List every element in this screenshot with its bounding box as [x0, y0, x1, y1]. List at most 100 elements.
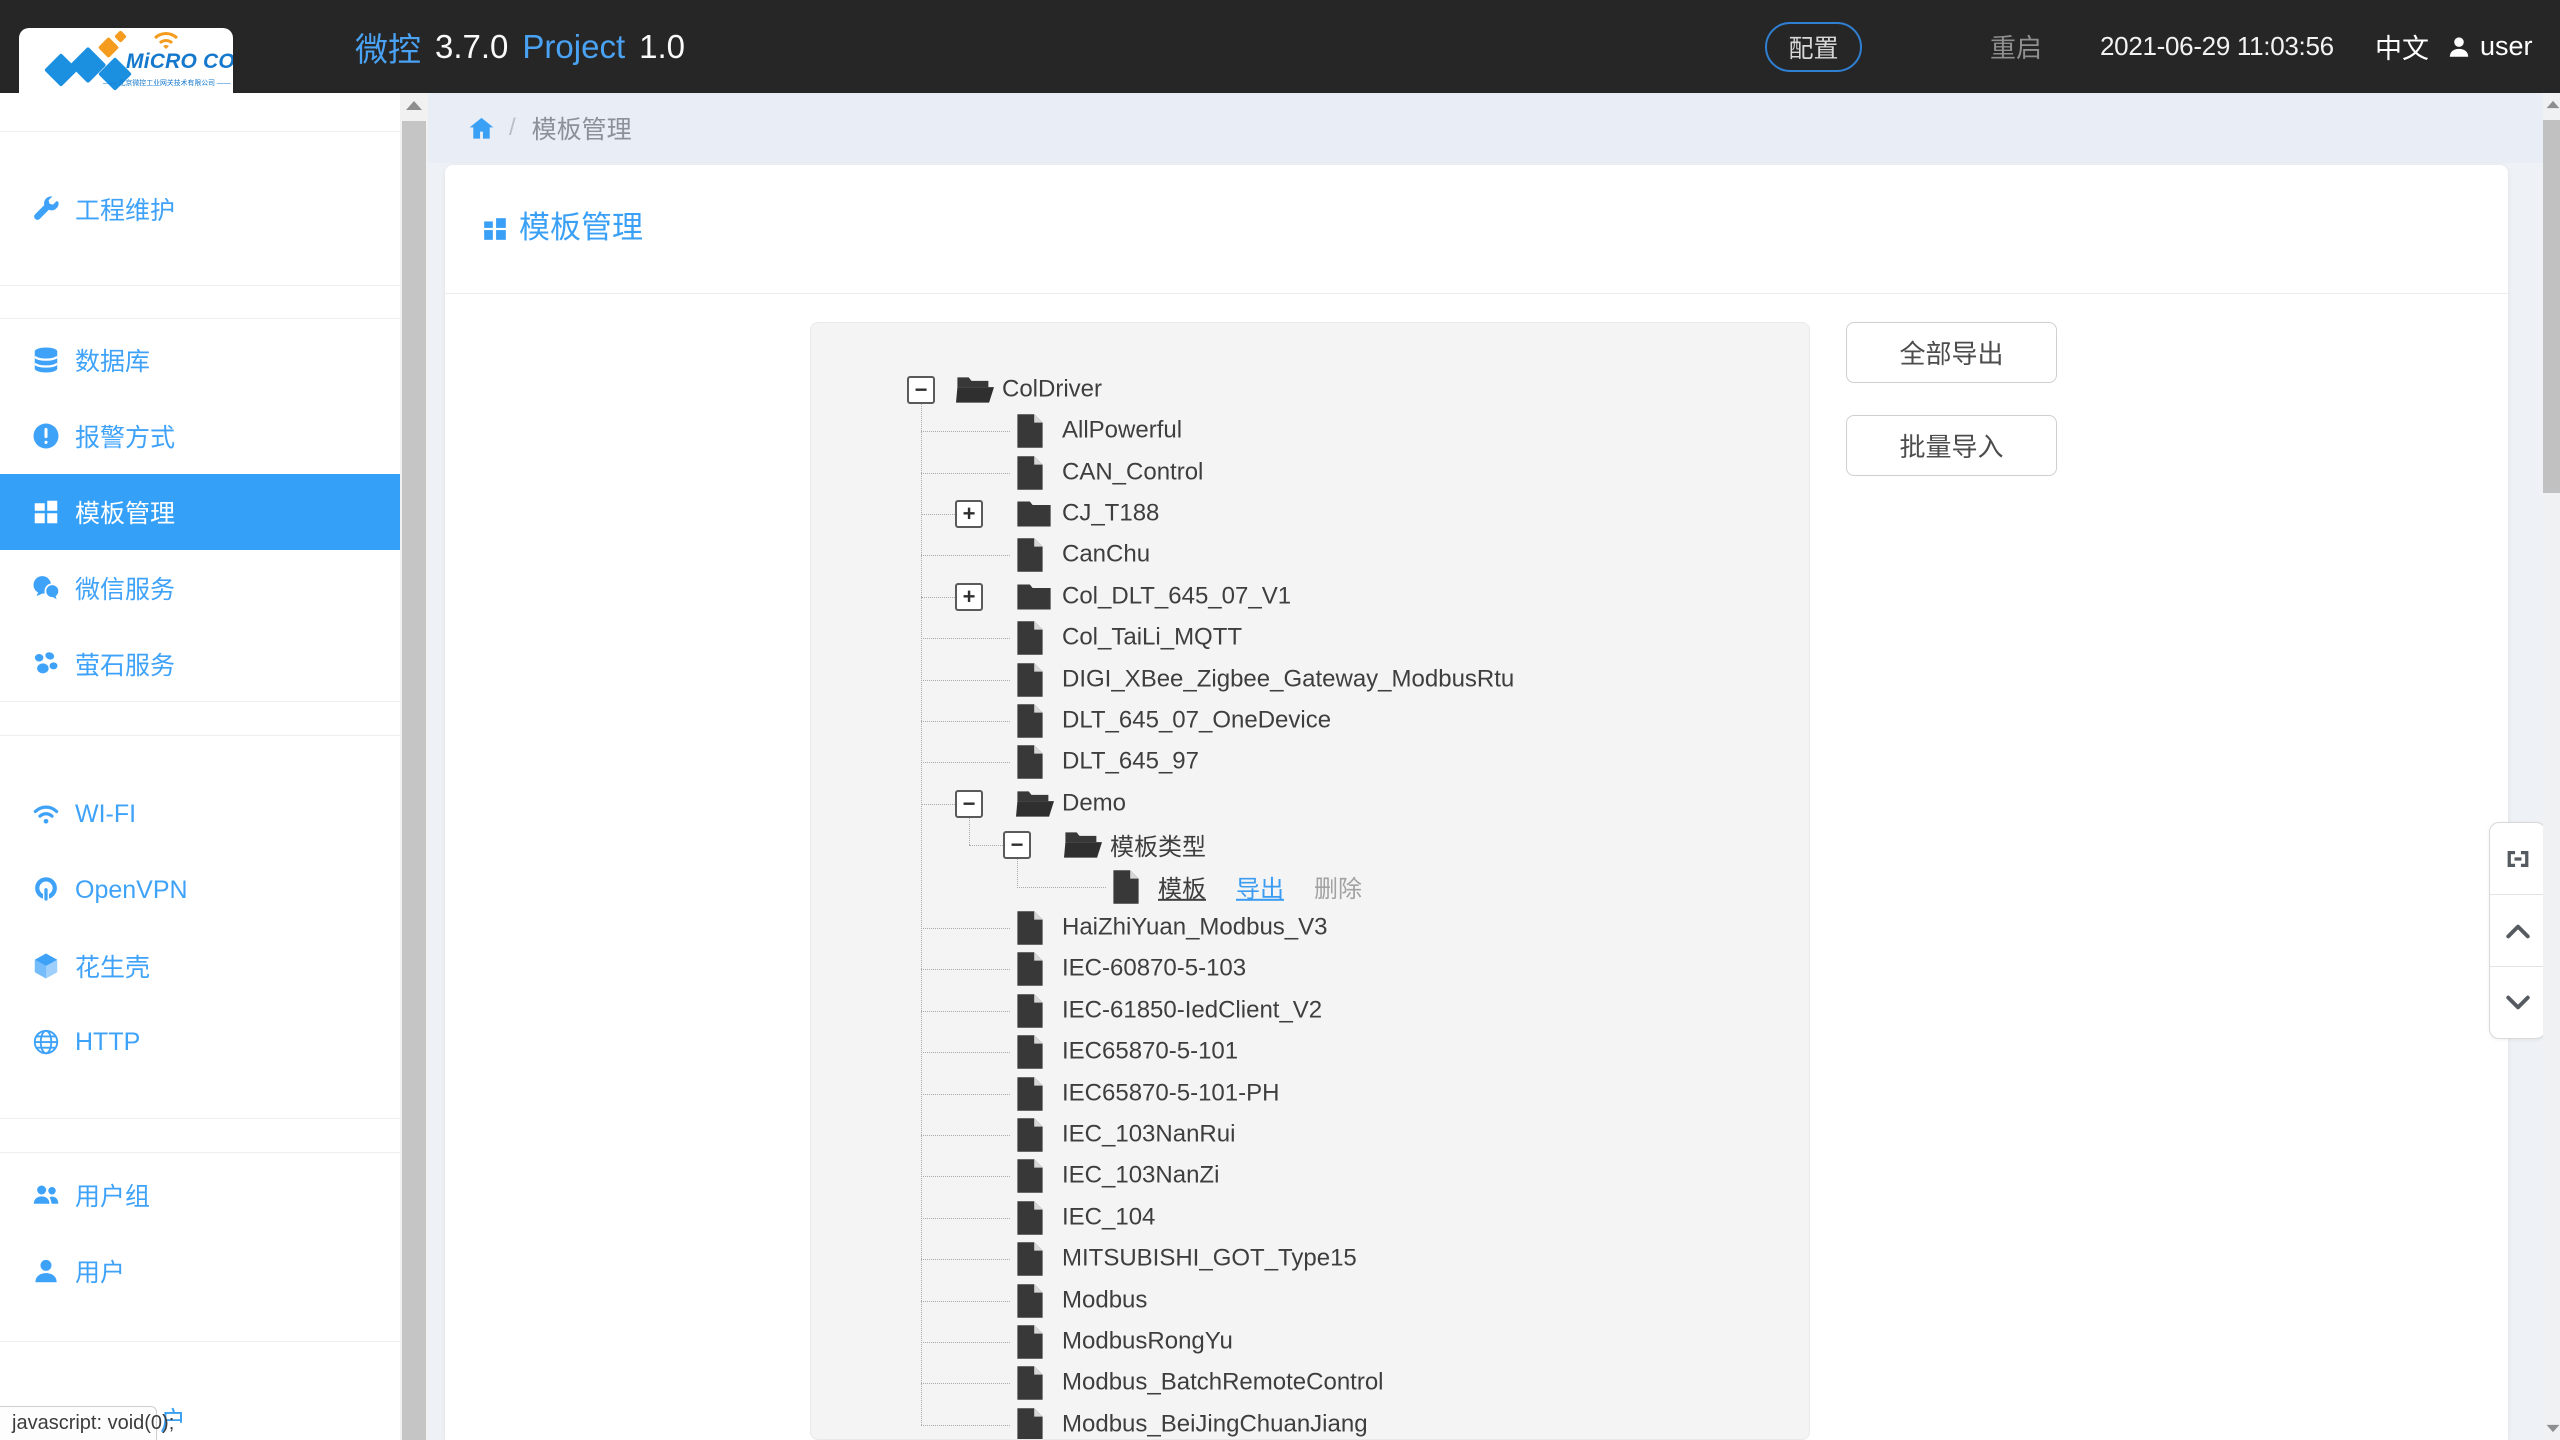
tree-node-label[interactable]: IEC_103NanRui: [1062, 1120, 1235, 1148]
tree-node-label[interactable]: CJ_T188: [1062, 499, 1159, 527]
tree-node-label[interactable]: IEC65870-5-101-PH: [1062, 1079, 1279, 1107]
tree-node-label[interactable]: Col_DLT_645_07_V1: [1062, 582, 1291, 610]
file-icon: [1016, 952, 1044, 991]
tree-node-label[interactable]: IEC65870-5-101: [1062, 1038, 1238, 1066]
language-switcher[interactable]: 中文: [2375, 0, 2429, 93]
scroll-up-arrow-icon[interactable]: [2547, 101, 2560, 108]
file-icon: [1016, 538, 1044, 577]
config-button[interactable]: 配置: [1765, 22, 1862, 72]
tree-node-label[interactable]: DLT_645_07_OneDevice: [1062, 706, 1331, 734]
home-icon[interactable]: [468, 115, 495, 142]
sidebar-item-label: 萤石服务: [75, 646, 175, 682]
tree-node-label[interactable]: DLT_645_97: [1062, 748, 1199, 776]
sidebar-scrollbar[interactable]: [400, 93, 428, 1440]
scroll-bottom-button[interactable]: [2490, 966, 2545, 1038]
sidebar-item-openvpn[interactable]: OpenVPN: [0, 852, 400, 928]
tree-node-label[interactable]: AllPowerful: [1062, 417, 1182, 445]
tree-node-label[interactable]: 模板类型: [1110, 827, 1206, 862]
sidebar-item-database[interactable]: 数据库: [0, 322, 400, 398]
node-action-delete[interactable]: 删除: [1314, 868, 1362, 903]
sidebar-item-label: 用户: [75, 1253, 125, 1289]
tree-expander-minus-icon[interactable]: −: [1003, 831, 1031, 859]
wechat-icon: [31, 573, 61, 603]
tree-node-label[interactable]: IEC_103NanZi: [1062, 1162, 1219, 1190]
scroll-up-arrow-icon[interactable]: [406, 101, 422, 110]
tree-node: DIGI_XBee_Zigbee_Gateway_ModbusRtu: [1062, 665, 1514, 693]
page-scrollbar-thumb[interactable]: [2543, 120, 2560, 493]
tree-node: DLT_645_07_OneDevice: [1062, 706, 1331, 734]
sidebar-item-wifi[interactable]: WI-FI: [0, 776, 400, 852]
sidebar-scrollbar-thumb[interactable]: [402, 121, 426, 1440]
tree-node: IEC65870-5-101-PH: [1062, 1079, 1279, 1107]
float-toolbar: [2489, 822, 2546, 1039]
sidebar-item-ezviz[interactable]: 萤石服务: [0, 626, 400, 702]
tree-connector-line: [921, 404, 922, 1425]
sidebar-item-label: 模板管理: [75, 494, 175, 530]
file-icon: [1016, 1408, 1044, 1440]
tree-node: Modbus_BeiJingChuanJiang: [1062, 1410, 1368, 1438]
tree-connector-line: [1017, 859, 1018, 886]
app-header: MiCRO CONTROL —— 北京微控工业网关技术有限公司 —— 微控 3.…: [0, 0, 2560, 93]
tree-node-label[interactable]: DIGI_XBee_Zigbee_Gateway_ModbusRtu: [1062, 665, 1514, 693]
tree-expander-minus-icon[interactable]: −: [955, 790, 983, 818]
sidebar-item-user-group[interactable]: 用户组: [0, 1157, 400, 1233]
tree-node-label[interactable]: MITSUBISHI_GOT_Type15: [1062, 1245, 1357, 1273]
wifi-icon: [31, 799, 61, 829]
tree-node-label[interactable]: ModbusRongYu: [1062, 1327, 1233, 1355]
collapse-button[interactable]: [2490, 823, 2545, 894]
tree-expander-plus-icon[interactable]: +: [955, 583, 983, 611]
tree-node-label[interactable]: IEC_104: [1062, 1203, 1155, 1231]
scroll-top-button[interactable]: [2490, 894, 2545, 966]
tree-node: AllPowerful: [1062, 417, 1182, 445]
sidebar-item-alarm[interactable]: 报警方式: [0, 398, 400, 474]
file-icon: [1016, 1035, 1044, 1074]
user-menu[interactable]: user: [2446, 0, 2533, 93]
tree-node-label[interactable]: CanChu: [1062, 541, 1150, 569]
sidebar-item-label: OpenVPN: [75, 876, 188, 905]
tree-node-label[interactable]: IEC-60870-5-103: [1062, 955, 1246, 983]
sidebar-item-label: 工程维护: [75, 191, 175, 227]
folder-open-icon: [1064, 830, 1102, 865]
tree-expander-plus-icon[interactable]: +: [955, 500, 983, 528]
tree-connector-stub: [921, 1383, 1010, 1384]
restart-link[interactable]: 重启: [1990, 0, 2042, 93]
app-title: 微控 3.7.0 Project 1.0: [355, 0, 685, 93]
scroll-down-arrow-icon[interactable]: [2547, 1425, 2560, 1432]
file-icon: [1016, 745, 1044, 784]
tree-expander-minus-icon[interactable]: −: [907, 376, 935, 404]
tree-node-label[interactable]: Modbus_BatchRemoteControl: [1062, 1369, 1384, 1397]
tree-node-label[interactable]: ColDriver: [1002, 375, 1102, 403]
sidebar-item-template[interactable]: 模板管理: [0, 474, 400, 550]
chevron-down-icon: [2505, 994, 2531, 1012]
tree-node: CanChu: [1062, 541, 1150, 569]
sidebar-item-peanut-shell[interactable]: 花生壳: [0, 928, 400, 1004]
tree-node-label[interactable]: Modbus_BeiJingChuanJiang: [1062, 1410, 1368, 1438]
export-all-button[interactable]: 全部导出: [1846, 322, 2057, 383]
tree-node-label[interactable]: 模板: [1158, 868, 1206, 903]
sidebar-item-label: 花生壳: [75, 948, 150, 984]
tree-node-label[interactable]: Col_TaiLi_MQTT: [1062, 624, 1242, 652]
divider: [445, 293, 2508, 294]
breadcrumb-page: 模板管理: [532, 110, 632, 146]
node-action-export[interactable]: 导出: [1236, 868, 1284, 903]
tree-node-label[interactable]: IEC-61850-IedClient_V2: [1062, 996, 1322, 1024]
tree-node-label[interactable]: Demo: [1062, 789, 1126, 817]
sidebar-item-engineering[interactable]: 工程维护: [0, 171, 400, 247]
sidebar-item-wechat[interactable]: 微信服务: [0, 550, 400, 626]
tree-node: IEC_103NanZi: [1062, 1162, 1219, 1190]
tree-connector-stub: [921, 431, 1010, 432]
file-icon: [1016, 1077, 1044, 1116]
folder-open-icon: [956, 375, 994, 410]
file-icon: [1016, 1366, 1044, 1405]
tree-node-label[interactable]: CAN_Control: [1062, 458, 1203, 486]
sidebar-item-http[interactable]: HTTP: [0, 1004, 400, 1080]
batch-import-button[interactable]: 批量导入: [1846, 415, 2057, 476]
sidebar-item-user[interactable]: 用户: [0, 1233, 400, 1309]
page-scrollbar[interactable]: [2543, 93, 2560, 1440]
tree-connector-line: [969, 818, 970, 845]
tree-connector-stub: [921, 969, 1010, 970]
brand-name: MiCRO CONTROL: [126, 50, 233, 74]
tree-node-label[interactable]: Modbus: [1062, 1286, 1147, 1314]
tree-node-label[interactable]: HaiZhiYuan_Modbus_V3: [1062, 913, 1328, 941]
tree-node: Col_DLT_645_07_V1: [1062, 582, 1291, 610]
